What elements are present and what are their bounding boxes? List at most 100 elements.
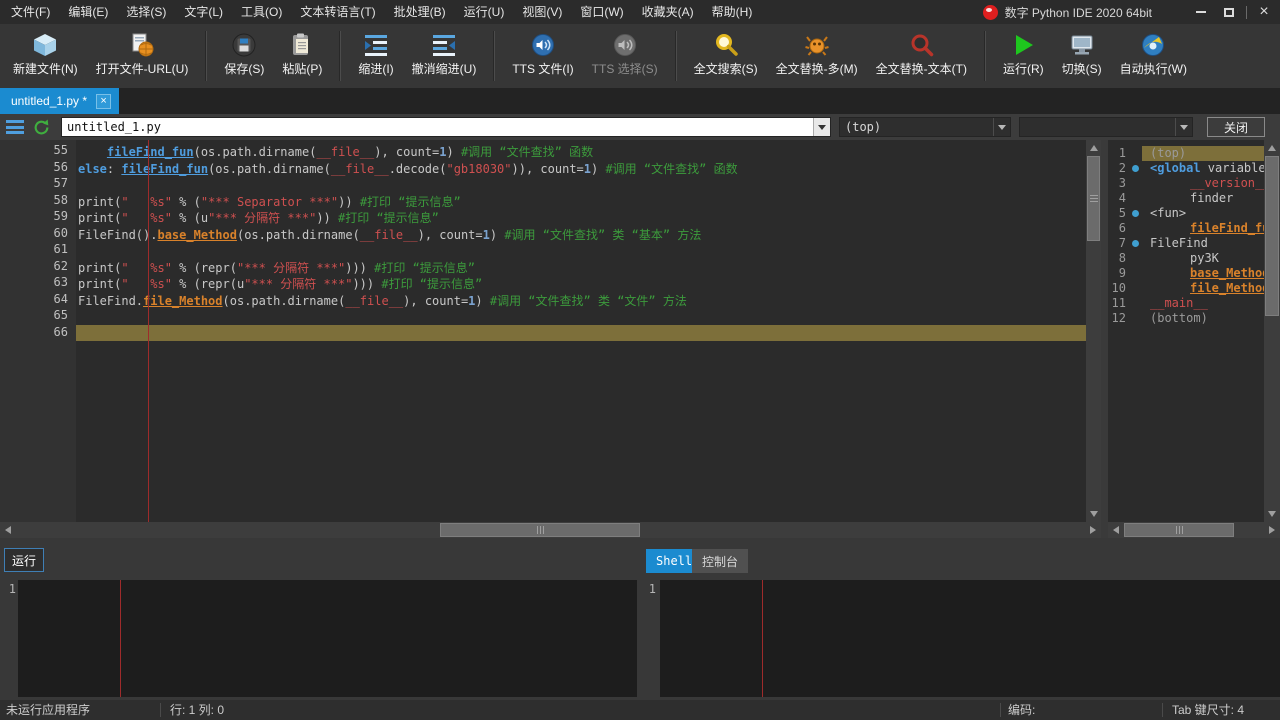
code-line[interactable] xyxy=(76,325,1086,342)
scroll-right-icon[interactable] xyxy=(1086,522,1101,538)
toolbar-button-unindent[interactable]: 撤消缩进(U) xyxy=(403,27,486,79)
structure-item[interactable]: 8py3K xyxy=(1108,251,1264,266)
menu-icon[interactable] xyxy=(6,120,24,134)
close-window-button[interactable]: × xyxy=(1250,0,1278,24)
toolbar-button-replace-multi[interactable]: 全文替换-多(M) xyxy=(767,27,867,79)
code-line[interactable]: print(" %s" % (repr("*** 分隔符 ***"))) #打印… xyxy=(76,259,1086,276)
nav-combobox[interactable] xyxy=(1019,117,1193,137)
line-number: 63 xyxy=(0,275,76,292)
structure-item[interactable]: 11__main__ xyxy=(1108,296,1264,311)
code-line[interactable]: print(" %s" % ("*** Separator ***")) #打印… xyxy=(76,193,1086,210)
scope-combobox[interactable]: (top) xyxy=(839,117,1011,137)
close-file-button[interactable]: 关闭 xyxy=(1207,117,1265,137)
toolbar-separator xyxy=(984,31,986,81)
toolbar-button-indent[interactable]: 缩进(I) xyxy=(349,27,402,79)
structure-line-number: 2 xyxy=(1108,161,1130,176)
structure-item[interactable]: 4finder xyxy=(1108,191,1264,206)
code-line[interactable]: print(" %s" % (u"*** 分隔符 ***")) #打印 “提示信… xyxy=(76,209,1086,226)
structure-hscrollbar[interactable] xyxy=(1108,522,1280,538)
editor-hscrollbar[interactable] xyxy=(0,522,1101,538)
structure-vscroll-thumb[interactable] xyxy=(1265,156,1279,316)
toolbar-button-tts-file[interactable]: TTS 文件(I) xyxy=(503,27,582,79)
scroll-down-icon[interactable] xyxy=(1264,507,1280,522)
status-encoding: 编码: xyxy=(1008,700,1035,720)
structure-panel[interactable]: 1(top)2<global variables>3__version__4fi… xyxy=(1108,140,1264,522)
structure-item[interactable]: 6fileFind_fun xyxy=(1108,221,1264,236)
menu-item[interactable]: 运行(U) xyxy=(455,0,514,24)
menu-item[interactable]: 选择(S) xyxy=(117,0,175,24)
menu-item[interactable]: 文字(L) xyxy=(175,0,232,24)
status-divider xyxy=(1000,703,1001,717)
structure-bullet-spacer xyxy=(1130,281,1142,296)
structure-bullet-icon xyxy=(1130,206,1142,221)
run-button[interactable]: 运行 xyxy=(4,548,44,572)
editor-code[interactable]: fileFind_fun(os.path.dirname(__file__), … xyxy=(76,140,1086,522)
code-line[interactable]: FileFind.file_Method(os.path.dirname(__f… xyxy=(76,292,1086,309)
menu-item[interactable]: 批处理(B) xyxy=(385,0,455,24)
console-output-panel[interactable] xyxy=(660,580,1280,697)
chevron-down-icon[interactable] xyxy=(993,118,1010,136)
structure-item[interactable]: 5<fun> xyxy=(1108,206,1264,221)
line-number: 57 xyxy=(0,176,76,193)
structure-item-label: file_Method xyxy=(1142,281,1264,296)
structure-item[interactable]: 9base_Method xyxy=(1108,266,1264,281)
scroll-left-icon[interactable] xyxy=(1108,522,1123,538)
code-editor[interactable]: 555657585960616263646566 fileFind_fun(os… xyxy=(0,140,1086,522)
minimize-button[interactable] xyxy=(1187,0,1215,24)
structure-hscroll-thumb[interactable] xyxy=(1124,523,1234,537)
menu-item[interactable]: 视图(V) xyxy=(513,0,571,24)
chevron-down-icon[interactable] xyxy=(813,118,830,136)
editor-hscroll-thumb[interactable] xyxy=(440,523,640,537)
scroll-down-icon[interactable] xyxy=(1086,507,1101,522)
tab-console[interactable]: 控制台 xyxy=(692,549,748,573)
toolbar-button-save[interactable]: 保存(S) xyxy=(215,27,273,79)
code-line[interactable] xyxy=(76,308,1086,325)
refresh-icon[interactable] xyxy=(33,118,51,136)
menu-item[interactable]: 文本转语言(T) xyxy=(291,0,384,24)
structure-item[interactable]: 7FileFind xyxy=(1108,236,1264,251)
menu-item[interactable]: 工具(O) xyxy=(232,0,291,24)
menu-item[interactable]: 窗口(W) xyxy=(571,0,632,24)
code-line[interactable]: else: fileFind_fun(os.path.dirname(__fil… xyxy=(76,160,1086,177)
scroll-right-icon[interactable] xyxy=(1265,522,1280,538)
code-line[interactable]: fileFind_fun(os.path.dirname(__file__), … xyxy=(76,143,1086,160)
structure-vscrollbar[interactable] xyxy=(1264,140,1280,522)
menu-item[interactable]: 编辑(E) xyxy=(59,0,117,24)
menu-item[interactable]: 收藏夹(A) xyxy=(633,0,703,24)
structure-item[interactable]: 3__version__ xyxy=(1108,176,1264,191)
scroll-up-icon[interactable] xyxy=(1264,140,1280,155)
menu-item[interactable]: 帮助(H) xyxy=(703,0,762,24)
maximize-button[interactable] xyxy=(1215,0,1243,24)
structure-line-number: 11 xyxy=(1108,296,1130,311)
status-bar: 未运行应用程序 行: 1 列: 0 编码: Tab 键尺寸: 4 xyxy=(0,700,1280,720)
toolbar-label: 切换(S) xyxy=(1062,60,1102,77)
code-line[interactable] xyxy=(76,242,1086,259)
toolbar-button-replace-text[interactable]: 全文替换-文本(T) xyxy=(867,27,976,79)
structure-item[interactable]: 1(top) xyxy=(1108,146,1264,161)
code-line[interactable] xyxy=(76,176,1086,193)
toolbar-button-run[interactable]: 运行(R) xyxy=(994,27,1053,79)
structure-item-label: FileFind xyxy=(1142,236,1264,251)
structure-item[interactable]: 12(bottom) xyxy=(1108,311,1264,326)
toolbar-button-auto-run[interactable]: 自动执行(W) xyxy=(1111,27,1196,79)
editor-vscroll-thumb[interactable] xyxy=(1087,156,1100,241)
code-line[interactable]: FileFind().base_Method(os.path.dirname(_… xyxy=(76,226,1086,243)
toolbar-button-new-file[interactable]: 新建文件(N) xyxy=(4,27,87,79)
tab-untitled-1[interactable]: untitled_1.py * × xyxy=(0,88,119,114)
menu-item[interactable]: 文件(F) xyxy=(2,0,59,24)
toolbar-button-switch[interactable]: 切换(S) xyxy=(1053,27,1111,79)
toolbar-button-open-file-url[interactable]: 打开文件-URL(U) xyxy=(87,27,198,79)
structure-item[interactable]: 2<global variables> xyxy=(1108,161,1264,176)
editor-vscrollbar[interactable] xyxy=(1086,140,1101,522)
scroll-left-icon[interactable] xyxy=(0,522,15,538)
file-combobox[interactable]: untitled_1.py xyxy=(61,117,831,137)
chevron-down-icon[interactable] xyxy=(1175,118,1192,136)
code-line[interactable]: print(" %s" % (repr(u"*** 分隔符 ***"))) #打… xyxy=(76,275,1086,292)
toolbar-button-paste[interactable]: 粘贴(P) xyxy=(273,27,331,79)
structure-item[interactable]: 10file_Method xyxy=(1108,281,1264,296)
structure-bullet-spacer xyxy=(1130,221,1142,236)
shell-output-panel[interactable] xyxy=(18,580,637,697)
toolbar-button-search-all[interactable]: 全文搜索(S) xyxy=(685,27,767,79)
tab-close-icon[interactable]: × xyxy=(96,94,111,109)
scroll-up-icon[interactable] xyxy=(1086,140,1101,155)
